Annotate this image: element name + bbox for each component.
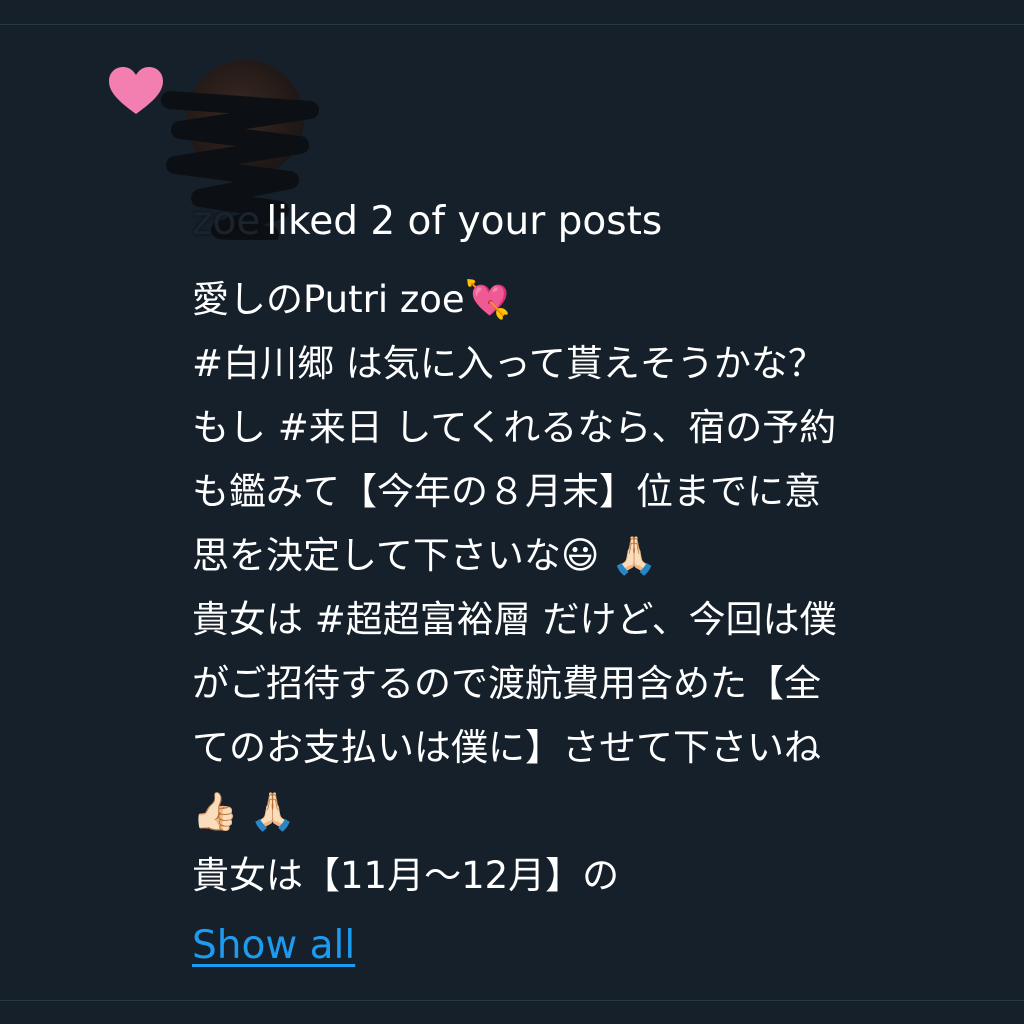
notification-text: zoe liked 2 of your posts (192, 196, 662, 248)
notification-action: liked 2 of your posts (266, 199, 663, 244)
bottom-divider (0, 1000, 1024, 1001)
notification-screen: zoe liked 2 of your posts 愛しのPutri zoe💘 #… (0, 0, 1024, 1024)
actor-name[interactable]: zoe (192, 199, 260, 244)
heart-icon (109, 67, 163, 114)
top-divider (0, 24, 1024, 25)
show-all-link[interactable]: Show all (192, 920, 355, 972)
post-preview-text[interactable]: 愛しのPutri zoe💘 #白川郷 は気に入って貰えそうかな？ もし #来日 … (192, 268, 992, 908)
